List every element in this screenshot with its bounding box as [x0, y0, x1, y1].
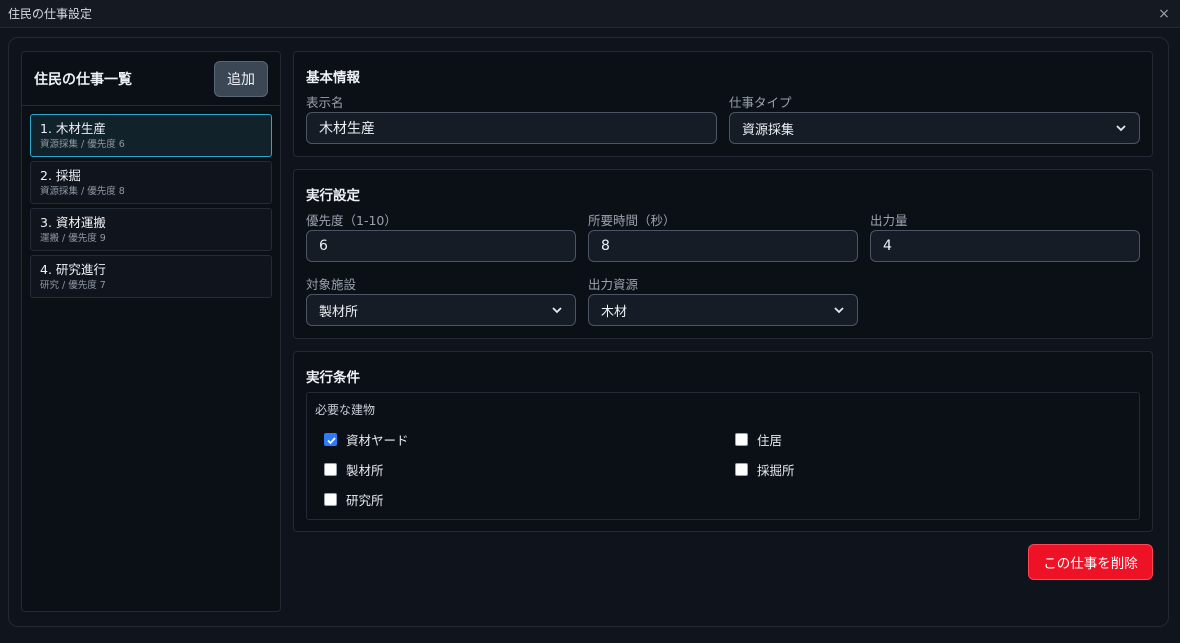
job-list-header: 住民の仕事一覧 追加 — [22, 52, 280, 106]
duration-value: 8 — [601, 238, 610, 254]
priority-value: 6 — [319, 238, 328, 254]
window-titlebar: 住民の仕事設定 × — [0, 0, 1180, 28]
job-type-label: 仕事タイプ — [729, 95, 792, 110]
checkbox[interactable] — [735, 433, 748, 446]
job-item-name: 4. 研究進行 — [40, 262, 106, 277]
job-item-lumber[interactable]: 1. 木材生産 資源採集 / 優先度 6 — [30, 114, 272, 157]
checkbox[interactable] — [735, 463, 748, 476]
job-settings-dialog: 住民の仕事一覧 追加 1. 木材生産 資源採集 / 優先度 6 2. 採掘 資源… — [8, 37, 1169, 627]
job-item-detail: 資源採集 / 優先度 8 — [40, 186, 125, 197]
close-icon[interactable]: × — [1156, 6, 1172, 22]
chevron-down-icon — [834, 307, 844, 314]
output-amount-label: 出力量 — [870, 213, 908, 228]
job-type-value: 資源採集 — [742, 122, 795, 138]
job-item-research[interactable]: 4. 研究進行 研究 / 優先度 7 — [30, 255, 272, 298]
duration-input[interactable]: 8 — [588, 230, 858, 262]
building-checkbox-row[interactable]: 住居 — [735, 430, 782, 449]
job-item-transport[interactable]: 3. 資材運搬 運搬 / 優先度 9 — [30, 208, 272, 251]
job-item-name: 2. 採掘 — [40, 168, 81, 183]
output-amount-value: 4 — [883, 238, 892, 254]
checkbox[interactable] — [324, 493, 337, 506]
job-item-mining[interactable]: 2. 採掘 資源採集 / 優先度 8 — [30, 161, 272, 204]
display-name-label: 表示名 — [306, 95, 344, 110]
building-checkbox-row[interactable]: 採掘所 — [735, 460, 795, 479]
required-buildings-box: 必要な建物 資材ヤード 住居 製材所 採掘所 研究所 — [306, 392, 1140, 520]
basic-info-heading: 基本情報 — [306, 70, 360, 86]
check-icon — [327, 437, 336, 445]
job-type-select[interactable]: 資源採集 — [729, 112, 1140, 144]
building-label: 研究所 — [346, 493, 384, 508]
job-list-panel: 住民の仕事一覧 追加 1. 木材生産 資源採集 / 優先度 6 2. 採掘 資源… — [21, 51, 281, 612]
window-title: 住民の仕事設定 — [8, 7, 93, 21]
building-checkbox-row[interactable]: 研究所 — [324, 490, 384, 509]
resource-select[interactable]: 木材 — [588, 294, 858, 326]
job-list: 1. 木材生産 資源採集 / 優先度 6 2. 採掘 資源採集 / 優先度 8 … — [22, 106, 280, 310]
job-item-detail: 運搬 / 優先度 9 — [40, 233, 106, 244]
priority-label: 優先度（1-10） — [306, 213, 397, 228]
job-list-heading: 住民の仕事一覧 — [34, 71, 132, 88]
facility-select[interactable]: 製材所 — [306, 294, 576, 326]
building-label: 資材ヤード — [346, 433, 409, 448]
building-label: 住居 — [757, 433, 783, 448]
required-buildings-label: 必要な建物 — [315, 403, 376, 417]
basic-info-panel: 基本情報 表示名 木材生産 仕事タイプ 資源採集 — [293, 51, 1153, 157]
facility-label: 対象施設 — [306, 277, 357, 292]
priority-input[interactable]: 6 — [306, 230, 576, 262]
building-checkbox-row[interactable]: 資材ヤード — [324, 430, 409, 449]
display-name-value: 木材生産 — [319, 121, 375, 137]
exec-settings-panel: 実行設定 優先度（1-10） 6 所要時間（秒） 8 出力量 4 対象施設 製材… — [293, 169, 1153, 339]
resource-label: 出力資源 — [588, 277, 639, 292]
duration-label: 所要時間（秒） — [588, 213, 676, 228]
resource-value: 木材 — [601, 304, 628, 320]
checkbox[interactable] — [324, 463, 337, 476]
delete-job-button[interactable]: この仕事を削除 — [1028, 544, 1153, 580]
chevron-down-icon — [552, 307, 562, 314]
job-item-name: 3. 資材運搬 — [40, 215, 106, 230]
job-item-detail: 研究 / 優先度 7 — [40, 280, 106, 291]
building-checkbox-row[interactable]: 製材所 — [324, 460, 384, 479]
building-label: 採掘所 — [757, 463, 795, 478]
display-name-input[interactable]: 木材生産 — [306, 112, 717, 144]
checkbox-checked[interactable] — [324, 433, 337, 446]
conditions-heading: 実行条件 — [306, 370, 360, 386]
job-item-name: 1. 木材生産 — [40, 121, 106, 136]
chevron-down-icon — [1116, 125, 1126, 132]
conditions-panel: 実行条件 必要な建物 資材ヤード 住居 製材所 採掘所 研究所 — [293, 351, 1153, 532]
output-amount-input[interactable]: 4 — [870, 230, 1140, 262]
job-item-detail: 資源採集 / 優先度 6 — [40, 139, 125, 150]
facility-value: 製材所 — [319, 304, 359, 320]
building-label: 製材所 — [346, 463, 384, 478]
add-job-button[interactable]: 追加 — [214, 60, 268, 97]
exec-settings-heading: 実行設定 — [306, 188, 360, 204]
